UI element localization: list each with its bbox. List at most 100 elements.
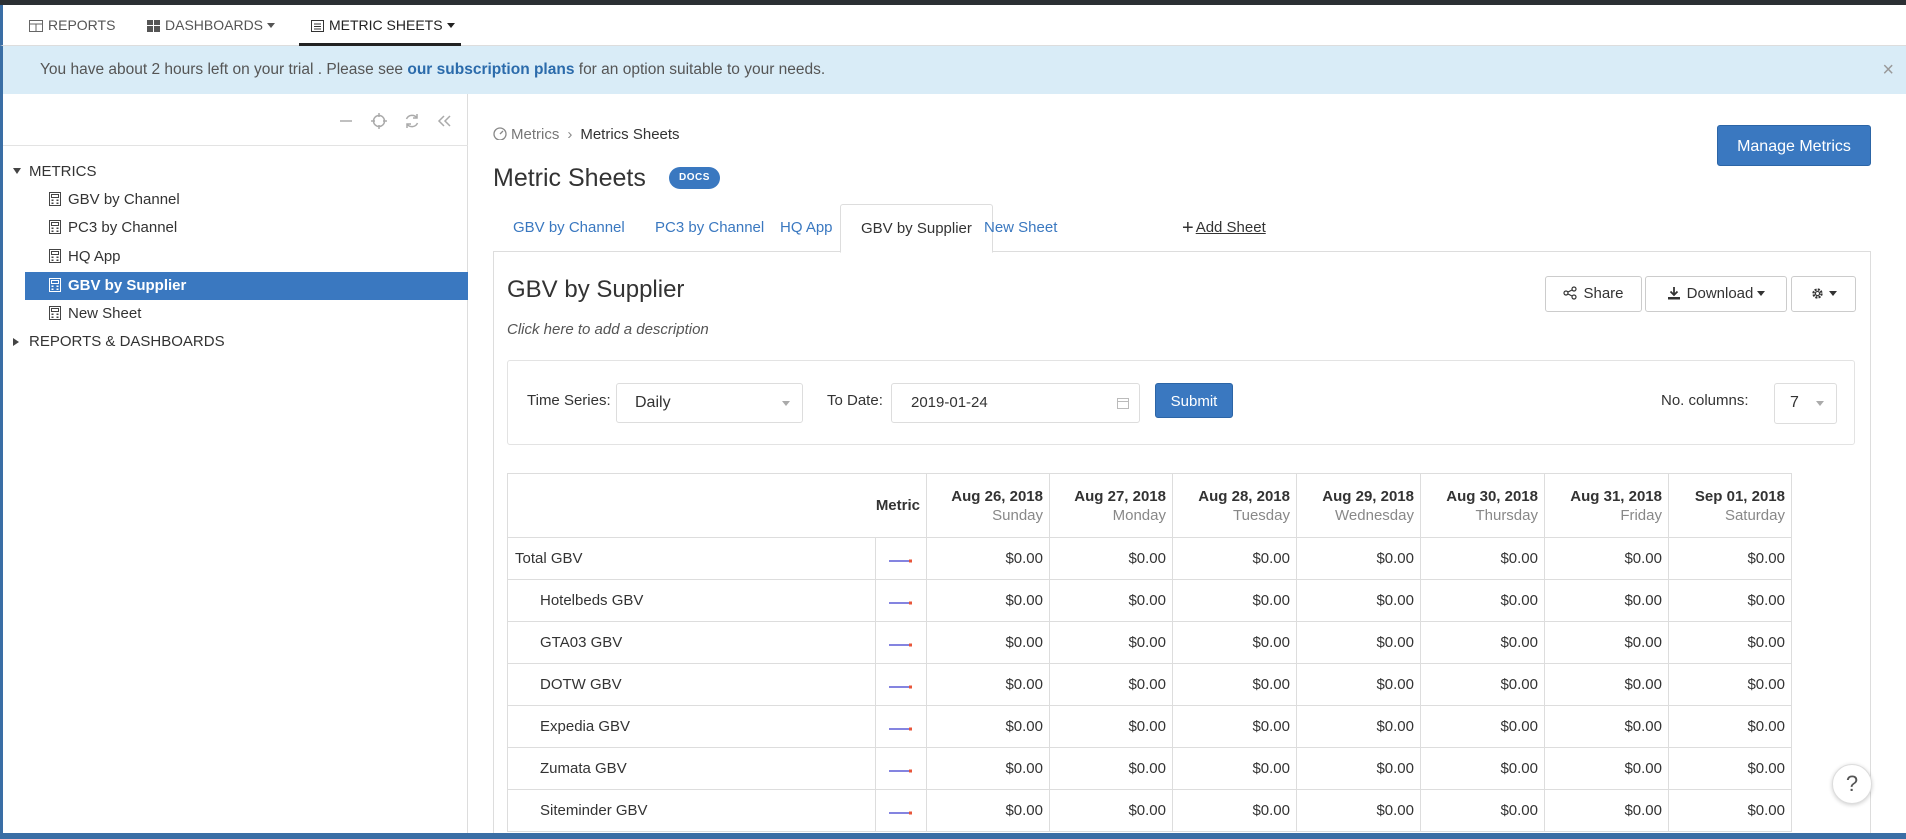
value-cell[interactable]: $0.00 bbox=[1172, 789, 1297, 832]
value-cell[interactable]: $0.00 bbox=[1668, 663, 1792, 706]
value-cell[interactable]: $0.00 bbox=[1420, 747, 1545, 790]
submit-button[interactable]: Submit bbox=[1155, 383, 1233, 418]
value-cell[interactable]: $0.00 bbox=[1172, 747, 1297, 790]
metric-name-cell[interactable]: Zumata GBV bbox=[507, 747, 876, 790]
value-cell[interactable]: $0.00 bbox=[1668, 579, 1792, 622]
value-cell[interactable]: $0.00 bbox=[926, 663, 1050, 706]
value-cell[interactable]: $0.00 bbox=[1049, 579, 1173, 622]
metric-name-cell[interactable]: DOTW GBV bbox=[507, 663, 876, 706]
to-date-input[interactable]: 2019-01-24 bbox=[891, 383, 1140, 423]
metric-name-cell[interactable]: Expedia GBV bbox=[507, 705, 876, 748]
value-cell[interactable]: $0.00 bbox=[1296, 579, 1421, 622]
nav-metric-sheets[interactable]: METRIC SHEETS bbox=[309, 5, 457, 46]
value-cell[interactable]: $0.00 bbox=[1544, 621, 1669, 664]
sparkline-cell[interactable] bbox=[875, 789, 927, 832]
date-column-header[interactable]: Sep 01, 2018 Saturday bbox=[1668, 473, 1792, 538]
value-cell[interactable]: $0.00 bbox=[1296, 747, 1421, 790]
value-cell[interactable]: $0.00 bbox=[1296, 789, 1421, 832]
sidebar-item-pc3-by-channel[interactable]: PC3 by Channel bbox=[49, 214, 467, 242]
value-cell[interactable]: $0.00 bbox=[1668, 789, 1792, 832]
value-cell[interactable]: $0.00 bbox=[1296, 621, 1421, 664]
close-icon[interactable]: × bbox=[1882, 46, 1894, 94]
value-cell[interactable]: $0.00 bbox=[1544, 789, 1669, 832]
manage-metrics-button[interactable]: Manage Metrics bbox=[1717, 125, 1871, 166]
collapse-all-icon[interactable] bbox=[337, 112, 355, 130]
value-cell[interactable]: $0.00 bbox=[1420, 705, 1545, 748]
value-cell[interactable]: $0.00 bbox=[1049, 663, 1173, 706]
value-cell[interactable]: $0.00 bbox=[1544, 663, 1669, 706]
sparkline-cell[interactable] bbox=[875, 579, 927, 622]
subscription-plans-link[interactable]: our subscription plans bbox=[407, 61, 574, 78]
value-cell[interactable]: $0.00 bbox=[1172, 537, 1297, 580]
value-cell[interactable]: $0.00 bbox=[926, 747, 1050, 790]
tab-gbv-by-channel[interactable]: GBV by Channel bbox=[493, 204, 645, 252]
value-cell[interactable]: $0.00 bbox=[1049, 789, 1173, 832]
value-cell[interactable]: $0.00 bbox=[1420, 663, 1545, 706]
sparkline-cell[interactable] bbox=[875, 621, 927, 664]
date-column-header[interactable]: Aug 28, 2018 Tuesday bbox=[1172, 473, 1297, 538]
value-cell[interactable]: $0.00 bbox=[926, 789, 1050, 832]
tree-metrics-folder[interactable]: METRICS bbox=[13, 158, 97, 186]
sidebar-item-hq-app[interactable]: HQ App bbox=[49, 243, 467, 271]
sparkline-cell[interactable] bbox=[875, 663, 927, 706]
sparkline-cell[interactable] bbox=[875, 537, 927, 580]
value-cell[interactable]: $0.00 bbox=[926, 705, 1050, 748]
sparkline-cell[interactable] bbox=[875, 747, 927, 790]
metric-name-cell[interactable]: Total GBV bbox=[507, 537, 876, 580]
value-cell[interactable]: $0.00 bbox=[1049, 705, 1173, 748]
value-cell[interactable]: $0.00 bbox=[926, 579, 1050, 622]
value-cell[interactable]: $0.00 bbox=[1172, 579, 1297, 622]
tab-hq-app[interactable]: HQ App bbox=[760, 204, 853, 252]
docs-badge[interactable]: DOCS bbox=[669, 167, 720, 189]
sparkline-cell[interactable] bbox=[875, 705, 927, 748]
value-cell[interactable]: $0.00 bbox=[1296, 537, 1421, 580]
value-cell[interactable]: $0.00 bbox=[1049, 621, 1173, 664]
add-sheet-button[interactable]: + Add Sheet bbox=[1182, 204, 1286, 252]
settings-button[interactable] bbox=[1791, 276, 1856, 312]
value-cell[interactable]: $0.00 bbox=[1420, 789, 1545, 832]
help-button[interactable]: ? bbox=[1832, 764, 1872, 804]
value-cell[interactable]: $0.00 bbox=[1049, 747, 1173, 790]
value-cell[interactable]: $0.00 bbox=[1296, 663, 1421, 706]
metric-name-cell[interactable]: Hotelbeds GBV bbox=[507, 579, 876, 622]
value-cell[interactable]: $0.00 bbox=[926, 537, 1050, 580]
value-cell[interactable]: $0.00 bbox=[926, 621, 1050, 664]
date-column-header[interactable]: Aug 29, 2018 Wednesday bbox=[1296, 473, 1421, 538]
metric-name-cell[interactable]: GTA03 GBV bbox=[507, 621, 876, 664]
metric-name-cell[interactable]: Siteminder GBV bbox=[507, 789, 876, 832]
date-column-header[interactable]: Aug 26, 2018 Sunday bbox=[926, 473, 1050, 538]
value-cell[interactable]: $0.00 bbox=[1172, 663, 1297, 706]
date-column-header[interactable]: Aug 27, 2018 Monday bbox=[1049, 473, 1173, 538]
collapse-sidebar-icon[interactable] bbox=[435, 112, 453, 130]
value-cell[interactable]: $0.00 bbox=[1296, 705, 1421, 748]
value-cell[interactable]: $0.00 bbox=[1544, 537, 1669, 580]
time-series-select[interactable]: Daily bbox=[616, 383, 803, 423]
refresh-icon[interactable] bbox=[403, 112, 421, 130]
value-cell[interactable]: $0.00 bbox=[1049, 537, 1173, 580]
share-button[interactable]: Share bbox=[1545, 276, 1642, 312]
value-cell[interactable]: $0.00 bbox=[1668, 621, 1792, 664]
value-cell[interactable]: $0.00 bbox=[1172, 705, 1297, 748]
value-cell[interactable]: $0.00 bbox=[1544, 705, 1669, 748]
value-cell[interactable]: $0.00 bbox=[1172, 621, 1297, 664]
value-cell[interactable]: $0.00 bbox=[1544, 747, 1669, 790]
sidebar-item-new-sheet[interactable]: New Sheet bbox=[49, 300, 467, 328]
download-button[interactable]: Download bbox=[1645, 276, 1787, 312]
nav-dashboards[interactable]: DASHBOARDS bbox=[145, 5, 277, 46]
nav-reports[interactable]: REPORTS bbox=[27, 5, 117, 46]
value-cell[interactable]: $0.00 bbox=[1668, 747, 1792, 790]
date-column-header[interactable]: Aug 31, 2018 Friday bbox=[1544, 473, 1669, 538]
crosshair-icon[interactable] bbox=[370, 112, 388, 130]
sidebar-item-gbv-by-supplier[interactable]: GBV by Supplier bbox=[25, 272, 468, 300]
tree-reports-dashboards-folder[interactable]: REPORTS & DASHBOARDS bbox=[13, 328, 225, 356]
value-cell[interactable]: $0.00 bbox=[1544, 579, 1669, 622]
value-cell[interactable]: $0.00 bbox=[1668, 537, 1792, 580]
value-cell[interactable]: $0.00 bbox=[1420, 537, 1545, 580]
tab-new-sheet[interactable]: New Sheet bbox=[964, 204, 1077, 252]
columns-select[interactable]: 7 bbox=[1774, 383, 1837, 424]
sidebar-item-gbv-by-channel[interactable]: GBV by Channel bbox=[49, 186, 467, 214]
sheet-description[interactable]: Click here to add a description bbox=[507, 321, 709, 338]
value-cell[interactable]: $0.00 bbox=[1420, 621, 1545, 664]
value-cell[interactable]: $0.00 bbox=[1668, 705, 1792, 748]
breadcrumb-metrics-link[interactable]: Metrics bbox=[511, 126, 559, 143]
